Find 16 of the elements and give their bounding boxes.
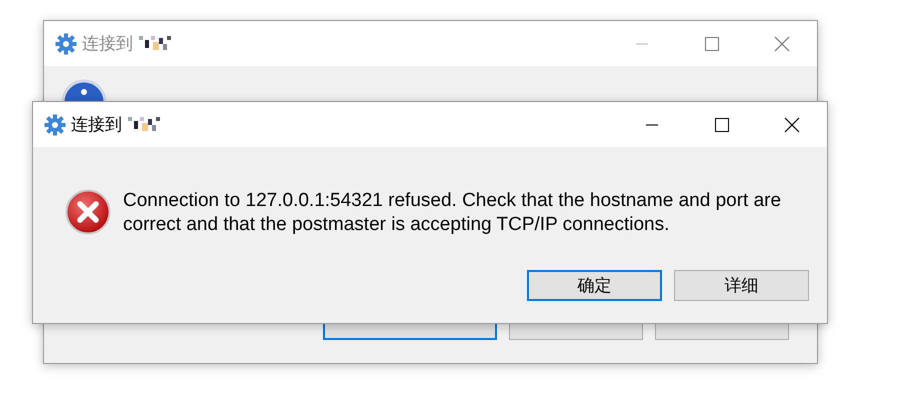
minimize-icon bbox=[645, 124, 659, 126]
pixelated-text-drawing bbox=[139, 36, 173, 52]
gear-icon bbox=[55, 32, 77, 54]
gear-icon bbox=[44, 114, 66, 136]
window-title: 连接到 bbox=[71, 114, 122, 136]
error-message: Connection to 127.0.0.1:54321 refused. Check that the hostname and port are correct and that the postmaster is accepting TCP/IP connections. bbox=[123, 189, 782, 237]
close-icon bbox=[773, 34, 791, 52]
close-icon bbox=[783, 116, 801, 134]
maximize-icon bbox=[714, 116, 730, 132]
dialog-button[interactable]: 确定 bbox=[527, 270, 662, 301]
window-title: 连接到 bbox=[82, 33, 133, 55]
maximize-icon bbox=[704, 36, 720, 52]
error-icon bbox=[65, 189, 111, 235]
dialog-button[interactable]: 详细 bbox=[674, 270, 809, 301]
minimize-icon bbox=[635, 42, 649, 44]
pixelated-text-drawing bbox=[128, 116, 162, 132]
